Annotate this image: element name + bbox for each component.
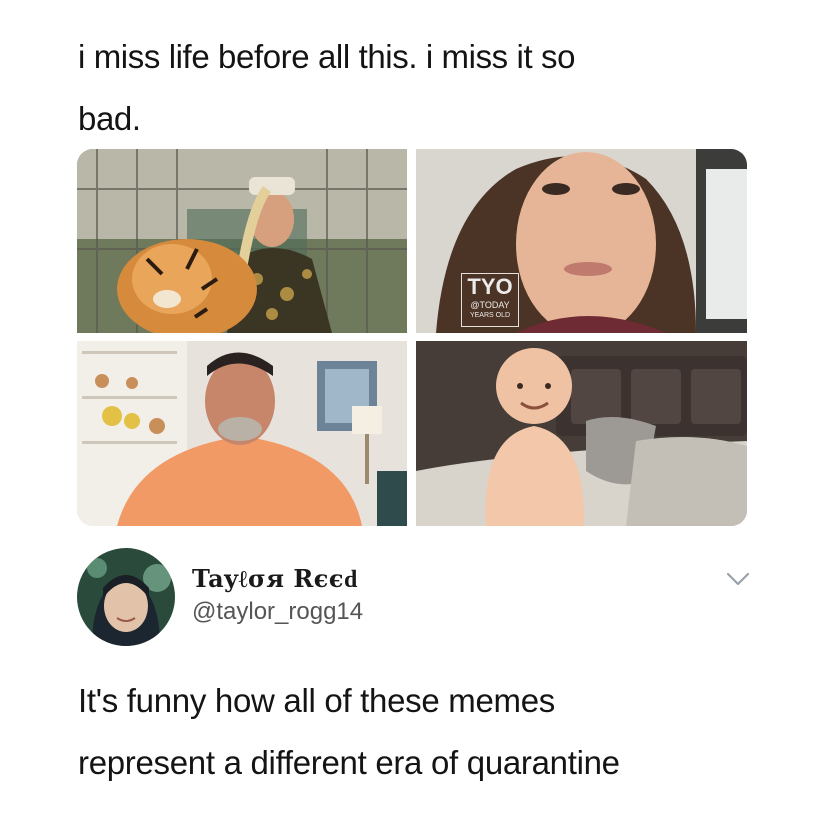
display-name[interactable]: Tayℓσя Rєєԁ bbox=[192, 564, 358, 594]
caption-line-1: i miss life before all this. i miss it s… bbox=[78, 38, 576, 75]
image-woman-selfie[interactable]: TYO @TODAY YEARS OLD bbox=[416, 149, 747, 333]
watermark-logo-text: TYO bbox=[467, 274, 513, 299]
chevron-down-icon[interactable] bbox=[725, 570, 751, 588]
meme-caption: i miss life before all this. i miss it s… bbox=[78, 26, 778, 150]
image-man-with-tiger[interactable] bbox=[77, 149, 407, 333]
image-grid[interactable]: TYO @TODAY YEARS OLD bbox=[77, 149, 747, 526]
watermark-sub2-text: YEARS OLD bbox=[469, 312, 511, 319]
image-baby-on-bed[interactable] bbox=[416, 341, 747, 526]
caption-line-2: bad. bbox=[78, 100, 141, 137]
user-handle[interactable]: @taylor_rogg14 bbox=[192, 598, 363, 626]
tweet-author[interactable]: Tayℓσя Rєєԁ @taylor_rogg14 bbox=[77, 548, 757, 648]
image-man-orange-shirt[interactable] bbox=[77, 341, 407, 526]
tweet-text: It's funny how all of these memes repres… bbox=[78, 670, 798, 794]
tweet-line-1: It's funny how all of these memes bbox=[78, 682, 555, 719]
tweet-line-2: represent a different era of quarantine bbox=[78, 744, 620, 781]
watermark-logo: TYO @TODAY YEARS OLD bbox=[461, 273, 519, 327]
watermark-sub-text: @TODAY bbox=[470, 300, 510, 310]
avatar[interactable] bbox=[77, 548, 175, 646]
